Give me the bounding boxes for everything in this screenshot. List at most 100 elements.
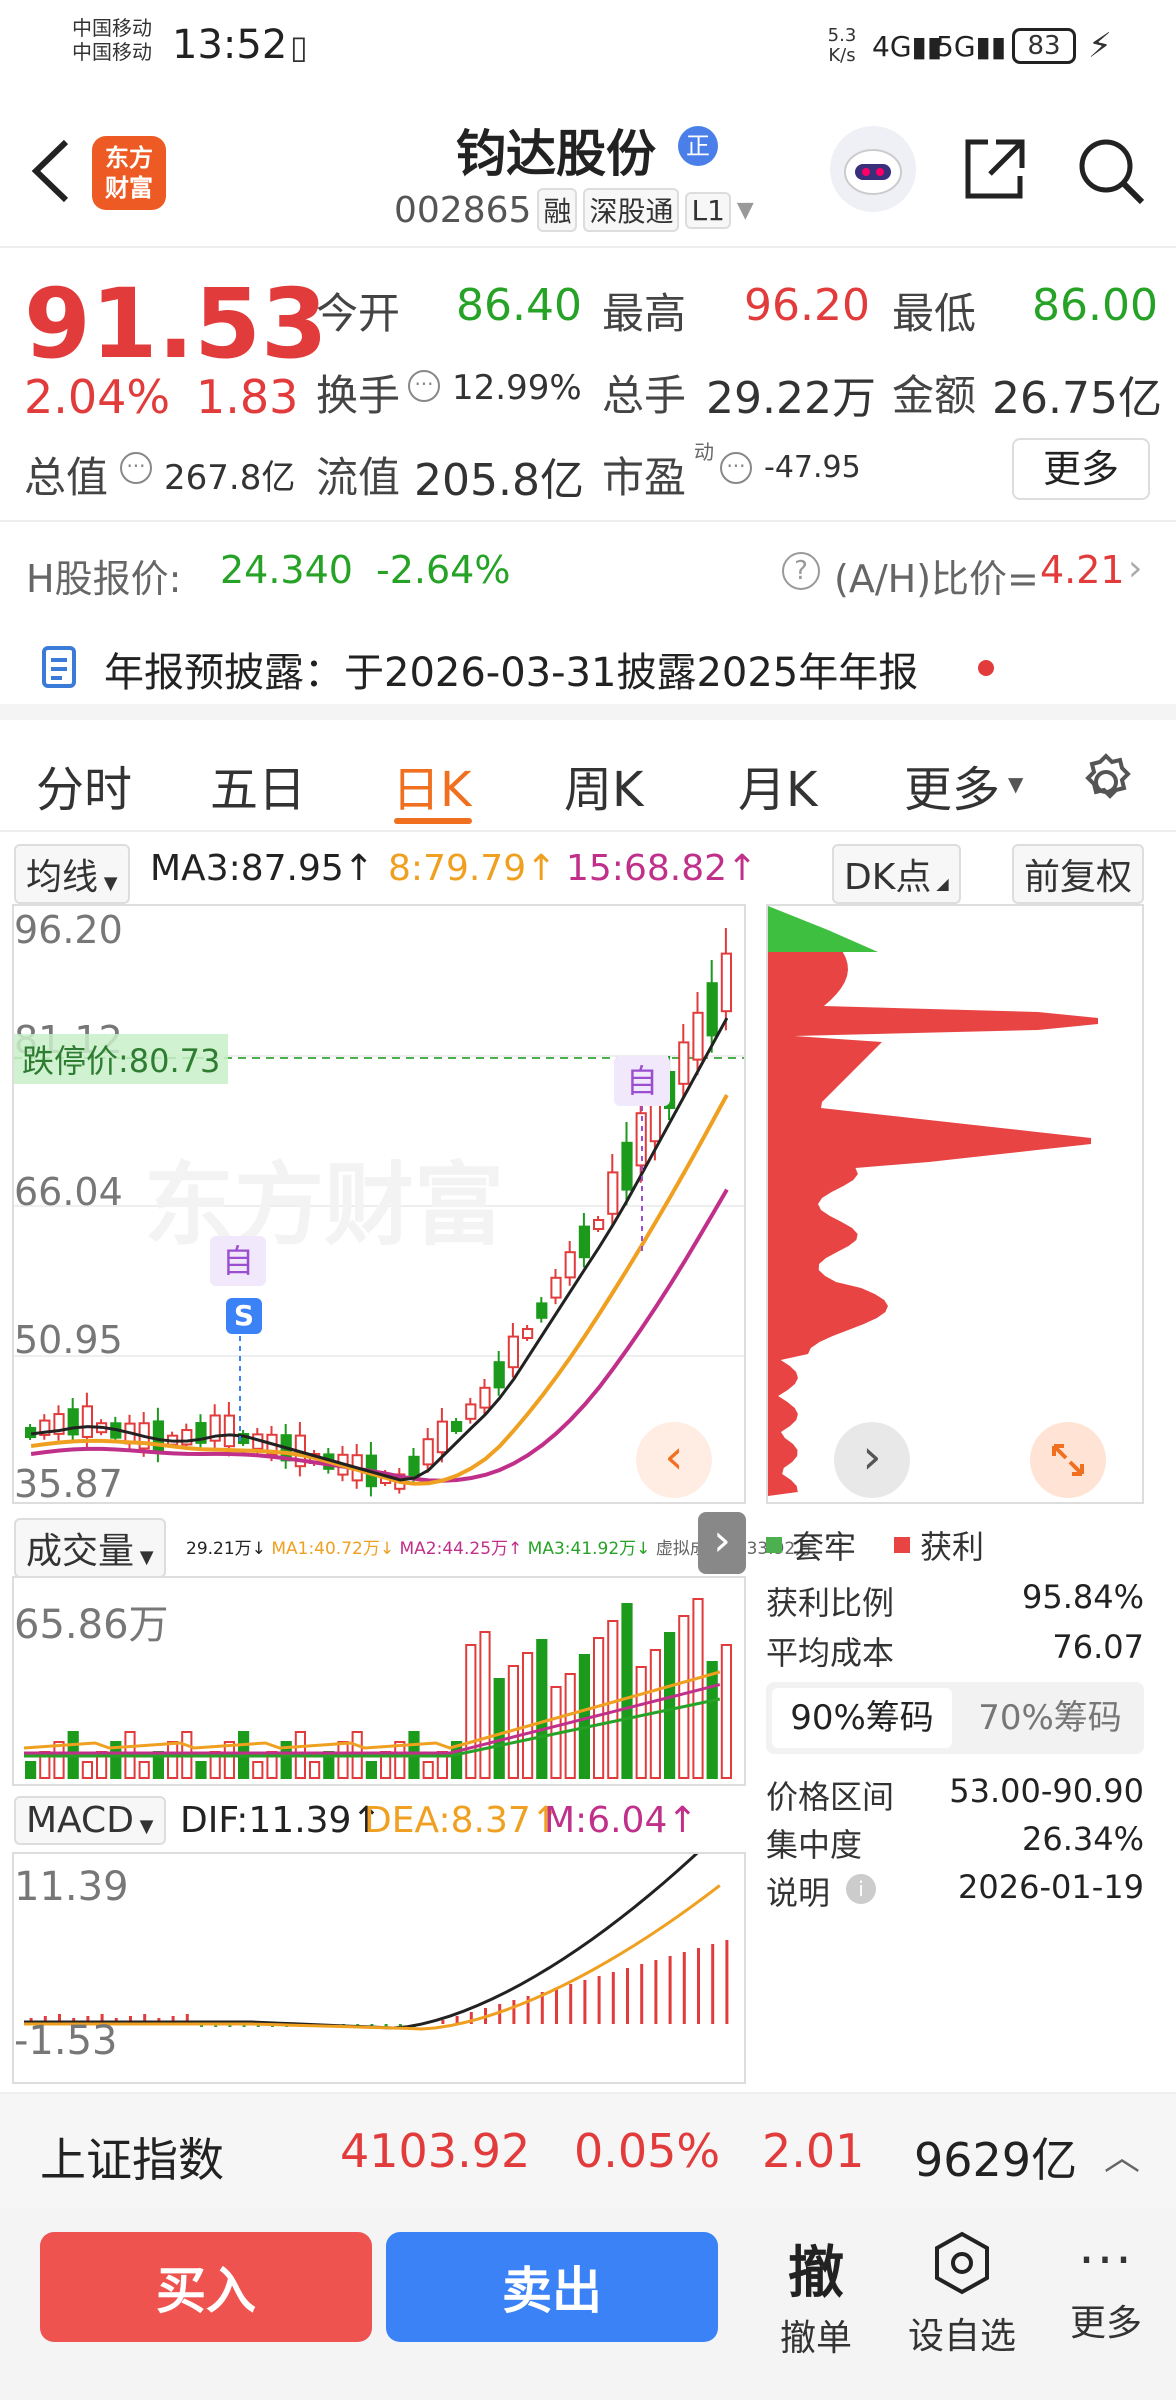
more-menu-button[interactable]: ··· 更多: [1046, 2228, 1166, 2346]
info-icon[interactable]: ···: [408, 370, 440, 402]
quote-panel: 91.53 2.04% 1.83 今开 86.40 最高 96.20 最低 86…: [0, 250, 1176, 522]
info-icon[interactable]: ···: [720, 452, 752, 484]
profit-ratio-value: 95.84%: [1021, 1578, 1144, 1616]
volume-bar: [337, 1741, 349, 1779]
info-icon[interactable]: i: [846, 1874, 876, 1904]
chevron-down-icon[interactable]: ▼: [737, 198, 754, 223]
pe-dynamic-sup: 动: [694, 440, 714, 464]
candle-body: [522, 1328, 534, 1339]
volume-bar: [309, 1761, 321, 1779]
volume-ma1: MA1:40.72万↓: [271, 1539, 395, 1559]
chip-tabs: 90%筹码 70%筹码: [766, 1682, 1144, 1754]
candle-body: [81, 1405, 94, 1438]
chevron-up-icon[interactable]: ︿: [1104, 2128, 1140, 2180]
help-icon[interactable]: ?: [782, 552, 820, 590]
tab-monthly-k[interactable]: 月K: [738, 750, 817, 820]
amount-value: 26.75亿: [992, 373, 1162, 424]
tab-five-day[interactable]: 五日: [210, 750, 306, 820]
buy-button[interactable]: 买入: [40, 2232, 372, 2342]
open-label: 今开: [316, 289, 401, 338]
change-amount: 1.83: [196, 370, 299, 424]
macd-selector[interactable]: MACD ▼: [14, 1796, 166, 1845]
tab-weekly-k[interactable]: 周K: [564, 750, 643, 820]
tab-chip-70[interactable]: 70%筹码: [962, 1688, 1138, 1748]
macd-chart[interactable]: 11.39 -1.53: [12, 1852, 746, 2084]
index-change: 2.01: [762, 2124, 865, 2178]
volume-bar: [564, 1673, 576, 1779]
search-icon[interactable]: [1074, 134, 1148, 212]
volume-bar: [195, 1761, 207, 1779]
self-select-marker[interactable]: 自: [210, 1236, 266, 1286]
expand-indicator-button[interactable]: ›: [698, 1512, 746, 1574]
tab-chip-90[interactable]: 90%筹码: [772, 1688, 952, 1748]
charging-icon: ⚡: [1088, 26, 1112, 66]
volume-chart[interactable]: 65.86万: [12, 1576, 746, 1786]
volume-bar: [365, 1761, 377, 1779]
dk-point-button[interactable]: DK点 ◢: [832, 844, 961, 904]
profit-ratio-label: 获利比例: [766, 1584, 895, 1622]
candle-body: [422, 1438, 434, 1466]
change-percent: 2.04%: [24, 370, 171, 424]
volume-bar: [635, 1666, 647, 1779]
volume-bar: [664, 1632, 676, 1779]
back-icon[interactable]: [22, 136, 82, 206]
add-watchlist-label: 设自选: [907, 2316, 1016, 2357]
volume-selector[interactable]: 成交量 ▼: [14, 1518, 166, 1578]
volume-bar: [252, 1761, 264, 1779]
robot-assistant-icon[interactable]: [830, 126, 916, 212]
profit-chips: [768, 952, 1098, 1496]
signal-5g-icon: 5G▮▮: [936, 30, 1007, 63]
volume-bar: [493, 1678, 505, 1779]
cancel-order-button[interactable]: 撤 撤单: [756, 2228, 876, 2361]
chip-distribution[interactable]: ›: [766, 904, 1144, 1504]
index-ticker[interactable]: 上证指数 4103.92 0.05% 2.01 9629亿 ︿: [0, 2092, 1176, 2208]
chevron-right-icon[interactable]: ›: [1128, 548, 1142, 589]
y-label-4: 50.95: [14, 1318, 123, 1362]
expand-icon[interactable]: [1030, 1422, 1106, 1498]
ma-selector[interactable]: 均线 ▼: [14, 844, 130, 904]
concentration-label: 集中度: [766, 1826, 863, 1864]
high-label: 最高: [602, 289, 687, 338]
more-label: 更多: [1069, 2303, 1142, 2344]
tab-intraday[interactable]: 分时: [36, 750, 132, 820]
h-share-row[interactable]: H股报价: 24.340 -2.64% ? (A/H)比价= 4.21 ›: [0, 524, 1176, 618]
macd-dea: DEA:8.37↑: [364, 1800, 561, 1841]
candle-body: [593, 1219, 605, 1230]
stock-header: 东方 财富 钧达股份 正 002865 融 深股通 L1 ▼: [0, 100, 1176, 248]
clock: 13:52: [172, 22, 288, 68]
volume-bar: [422, 1761, 434, 1779]
info-icon[interactable]: ···: [120, 452, 152, 484]
market-cap-value: 267.8亿: [164, 458, 296, 498]
carrier-2: 中国移动: [72, 40, 152, 64]
tab-daily-k[interactable]: 日K: [392, 750, 471, 820]
macd-m: M:6.04↑: [544, 1800, 698, 1841]
next-arrow-button[interactable]: ›: [834, 1422, 910, 1498]
more-button[interactable]: 更多: [1012, 438, 1150, 500]
margin-tag: 融: [537, 188, 578, 232]
low-value: 86.00: [1032, 280, 1158, 331]
candle-body: [720, 952, 732, 1013]
market-cap-label: 总值: [24, 453, 109, 502]
volume-bar: [536, 1639, 548, 1779]
volume-ymax-label: 65.86万: [14, 1602, 169, 1648]
kline-chart[interactable]: 东方财富 96.20 81.12 跌停价:80.73 66.04 50.95 3…: [12, 904, 746, 1506]
stock-name: 钧达股份: [456, 125, 656, 183]
sell-button[interactable]: 卖出: [386, 2232, 718, 2342]
candle-body: [479, 1386, 491, 1409]
self-select-marker[interactable]: 自: [614, 1056, 670, 1106]
ma8-value: 8:79.79↑: [388, 848, 557, 889]
tab-more[interactable]: 更多: [904, 750, 1000, 820]
sell-signal-marker[interactable]: S: [226, 1298, 262, 1334]
chevron-down-icon[interactable]: ▼: [1008, 772, 1023, 796]
connect-tag: 深股通: [583, 188, 680, 232]
scroll-left-button[interactable]: ‹: [636, 1422, 712, 1498]
share-icon[interactable]: [958, 134, 1030, 210]
hexagon-icon: [935, 2231, 989, 2295]
level-tag[interactable]: L1: [685, 191, 731, 229]
y-label-3: 66.04: [14, 1170, 123, 1214]
add-watchlist-button[interactable]: 设自选: [900, 2228, 1024, 2359]
announcement-row[interactable]: 年报预披露：于2026-03-31披露2025年年报: [0, 620, 1176, 720]
adjust-button[interactable]: 前复权: [1012, 844, 1145, 904]
dk-label: DK点: [844, 857, 932, 898]
gear-icon[interactable]: [1074, 750, 1138, 818]
